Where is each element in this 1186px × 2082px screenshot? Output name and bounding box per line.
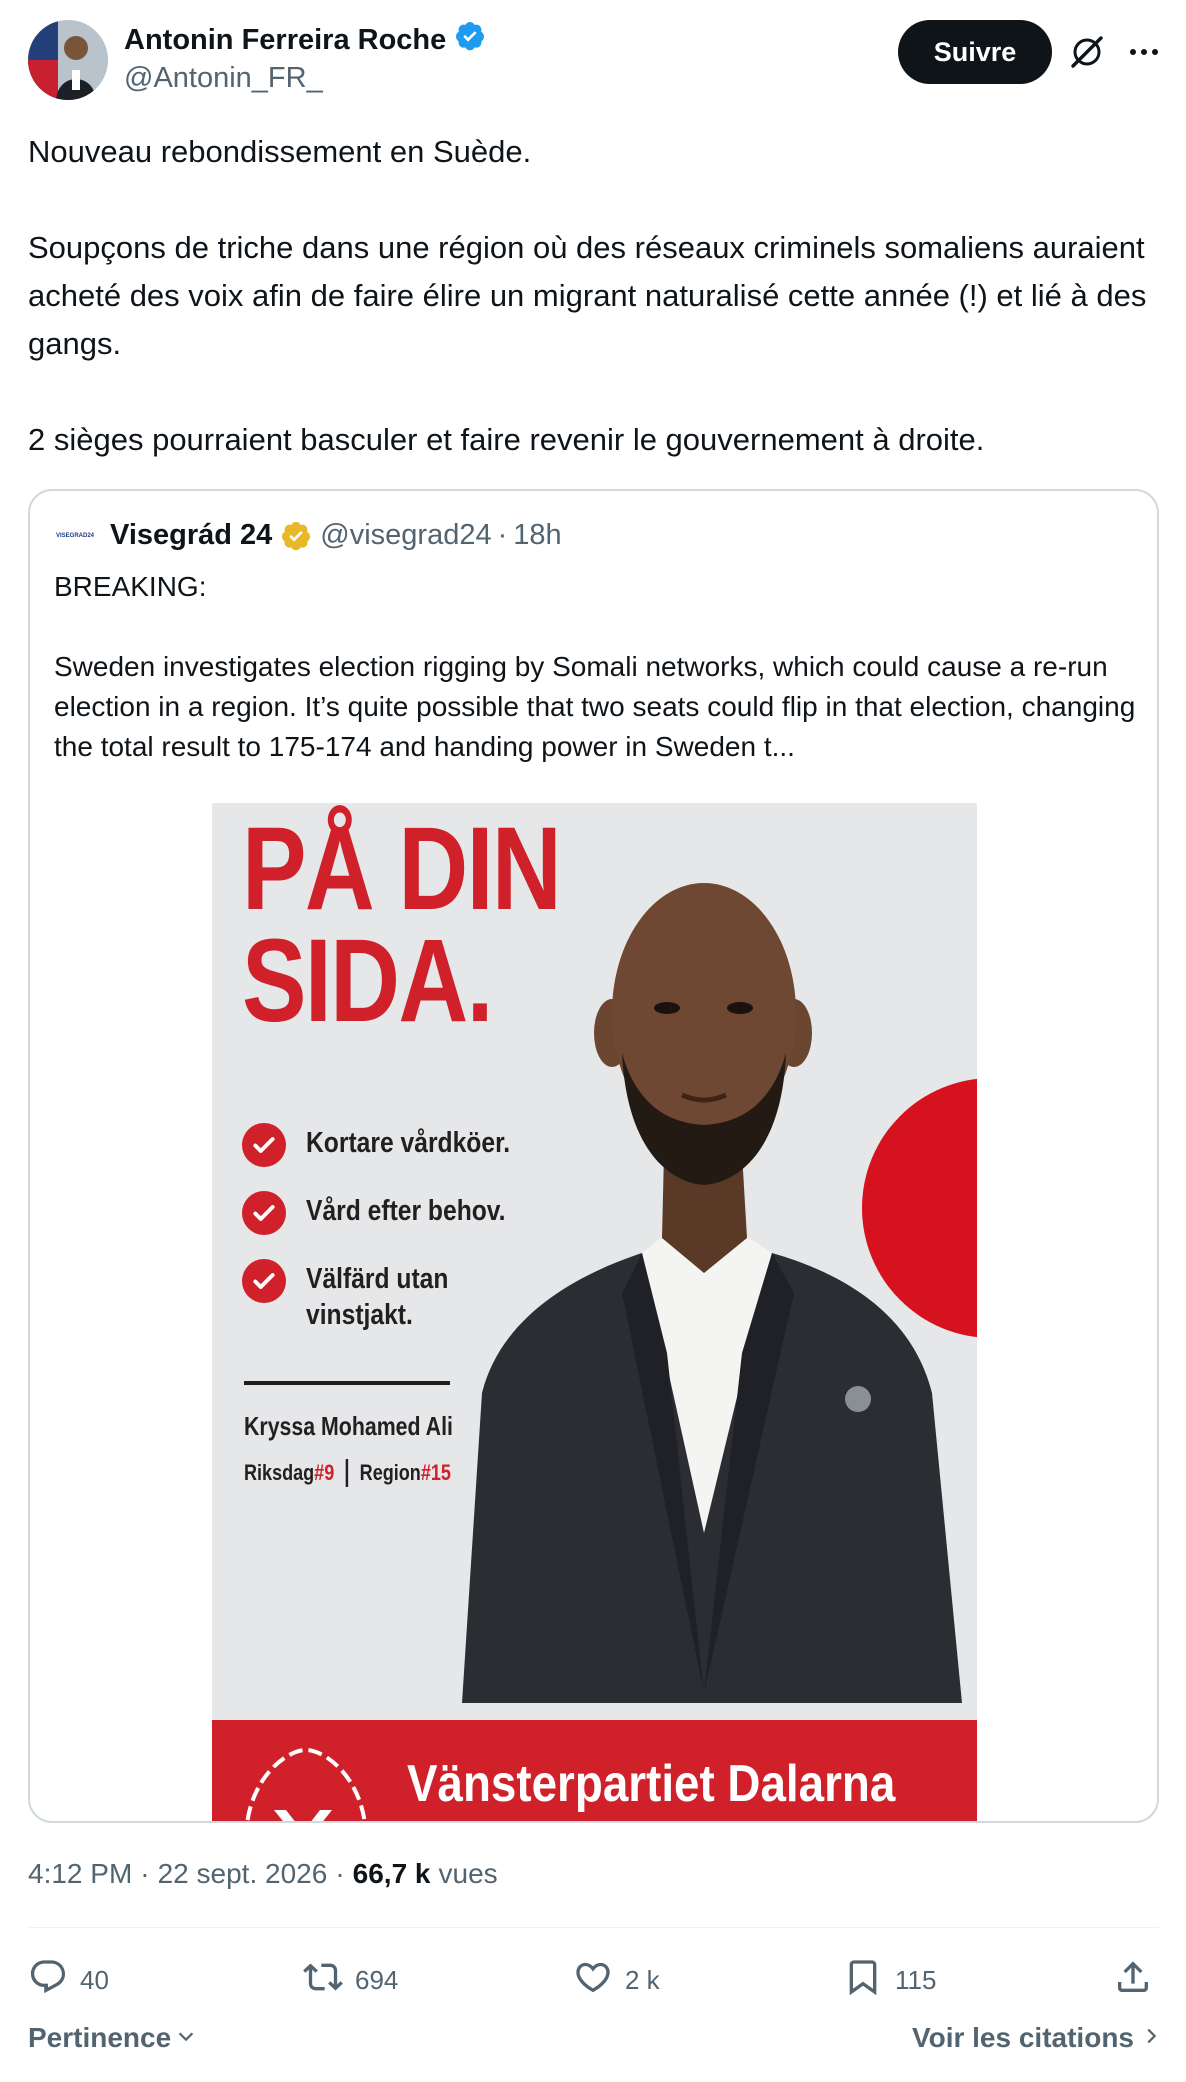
share-icon — [1113, 1957, 1153, 2004]
quoted-tweet-text: BREAKING: Sweden investigates election r… — [54, 567, 1139, 767]
follow-button[interactable]: Suivre — [898, 20, 1052, 84]
tweet-text: Nouveau rebondissement en Suède. Soupçon… — [28, 128, 1158, 464]
quoted-media-image[interactable]: PÅ DIN SIDA. Kortare vårdköer. Vård efte… — [212, 803, 977, 1821]
sort-label: Pertinence — [28, 2022, 172, 2053]
tweet-paragraph: Soupçons de triche dans une région où de… — [28, 230, 1147, 361]
author-handle[interactable]: @Antonin_FR_ — [124, 62, 323, 95]
quoted-tweet-header: VISEGRAD24 Visegrád 24 @visegrad24 · 18h — [55, 519, 562, 552]
verified-badge-icon — [454, 20, 486, 60]
quoted-author-name: Visegrád 24 — [110, 519, 273, 551]
sort-dropdown[interactable]: Pertinence — [28, 2022, 197, 2054]
divider — [28, 1927, 1159, 1928]
quoted-paragraph: BREAKING: — [54, 571, 207, 602]
quoted-avatar-logo: VISEGRAD24 — [55, 532, 94, 539]
repost-icon — [303, 1957, 343, 2004]
quoted-timestamp: 18h — [513, 519, 562, 551]
tweet-paragraph: Nouveau rebondissement en Suède. — [28, 134, 532, 169]
poster-party-band: Vänsterpartiet Dalarna — [212, 1720, 977, 1821]
quoted-paragraph: Sweden investigates election rigging by … — [54, 651, 1136, 762]
view-quotes-label: Voir les citations — [912, 2022, 1134, 2053]
avatar[interactable] — [28, 20, 108, 100]
tweet-date[interactable]: 22 sept. 2026 — [158, 1858, 328, 1890]
reply-icon — [28, 1957, 68, 2004]
poster-candidate: Kryssa Mohamed Ali — [244, 1411, 453, 1441]
poster-ballot-numbers: Riksdag #9 Region #15 — [244, 1459, 451, 1487]
tweet-meta: 4:12 PM · 22 sept. 2026 · 66,7 k vues — [28, 1858, 498, 1890]
heart-icon — [573, 1957, 613, 2004]
repost-button[interactable]: 694 — [303, 1952, 398, 2008]
bookmark-icon — [843, 1957, 883, 2004]
quoted-tweet-card[interactable]: VISEGRAD24 Visegrád 24 @visegrad24 · 18h… — [28, 489, 1159, 1823]
bookmark-button[interactable]: 115 — [843, 1952, 936, 2008]
chevron-right-icon — [1140, 2022, 1162, 2054]
quoted-author-handle: @visegrad24 — [320, 519, 492, 551]
views-count: 66,7 k — [352, 1858, 431, 1889]
checkmark-icon — [242, 1123, 286, 1167]
tweet-time[interactable]: 4:12 PM — [28, 1858, 132, 1890]
reply-button[interactable]: 40 — [28, 1952, 109, 2008]
action-bar: 40 694 2 k 115 — [28, 1952, 1159, 2008]
author-name[interactable]: Antonin Ferreira Roche — [124, 20, 486, 60]
repost-count: 694 — [355, 1964, 399, 1995]
verified-gold-badge-icon — [280, 520, 312, 552]
poster-candidate-photo — [462, 883, 962, 1703]
party-rose-logo-icon — [245, 1747, 367, 1821]
chevron-down-icon — [175, 2022, 197, 2054]
poster-divider — [244, 1381, 450, 1385]
reply-count: 40 — [80, 1964, 109, 1995]
author-name-text: Antonin Ferreira Roche — [124, 23, 447, 56]
like-count: 2 k — [625, 1964, 660, 1995]
checkmark-icon — [242, 1259, 286, 1303]
tweet-paragraph: 2 sièges pourraient basculer et faire re… — [28, 422, 985, 457]
checkmark-icon — [242, 1191, 286, 1235]
view-quotes-link[interactable]: Voir les citations — [912, 2022, 1162, 2054]
bookmark-count: 115 — [895, 1964, 937, 1995]
more-options-icon[interactable] — [1122, 30, 1166, 74]
like-button[interactable]: 2 k — [573, 1952, 660, 2008]
views-label: vues — [438, 1858, 498, 1889]
share-button[interactable] — [1113, 1952, 1153, 2008]
grok-icon[interactable] — [1065, 30, 1109, 74]
